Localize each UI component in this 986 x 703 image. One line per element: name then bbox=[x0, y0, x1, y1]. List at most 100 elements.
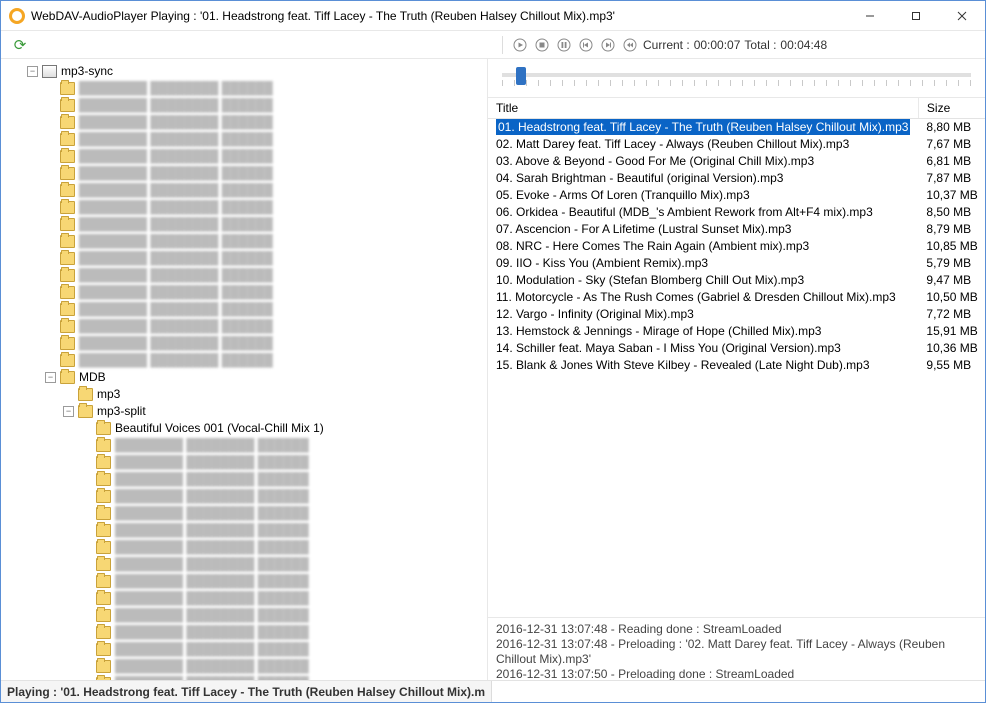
playlist[interactable]: Title Size 01. Headstrong feat. Tiff Lac… bbox=[488, 97, 985, 618]
playlist-row[interactable]: 14. Schiller feat. Maya Saban - I Miss Y… bbox=[488, 340, 985, 357]
tree-mp3[interactable]: mp3 bbox=[61, 386, 487, 403]
col-size[interactable]: Size bbox=[918, 98, 985, 119]
folder-icon bbox=[96, 660, 111, 673]
tree-item[interactable]: ████████ ████████ ██████ bbox=[43, 114, 487, 131]
playlist-row[interactable]: 06. Orkidea - Beautiful (MDB_'s Ambient … bbox=[488, 204, 985, 221]
tree-mp3split[interactable]: −mp3-split bbox=[61, 403, 487, 420]
stop-button[interactable] bbox=[533, 36, 551, 54]
folder-tree[interactable]: − mp3-sync ████████ ████████ ███████████… bbox=[1, 63, 487, 680]
playlist-row[interactable]: 12. Vargo - Infinity (Original Mix).mp37… bbox=[488, 306, 985, 323]
next-button[interactable] bbox=[599, 36, 617, 54]
folder-icon bbox=[60, 371, 75, 384]
playlist-row[interactable]: 13. Hemstock & Jennings - Mirage of Hope… bbox=[488, 323, 985, 340]
playlist-row[interactable]: 08. NRC - Here Comes The Rain Again (Amb… bbox=[488, 238, 985, 255]
tree-item[interactable]: ████████ ████████ ██████ bbox=[43, 97, 487, 114]
tree-album[interactable]: Beautiful Voices 001 (Vocal-Chill Mix 1) bbox=[79, 420, 487, 437]
close-button[interactable] bbox=[939, 1, 985, 30]
log-panel[interactable]: 2016-12-31 13:07:48 - Reading done : Str… bbox=[488, 618, 985, 680]
tree-item[interactable]: ████████ ████████ ██████ bbox=[79, 641, 487, 658]
tree-item[interactable]: ████████ ████████ ██████ bbox=[79, 505, 487, 522]
tree-item[interactable]: ████████ ████████ ██████ bbox=[43, 148, 487, 165]
tree-label: mp3-sync bbox=[61, 63, 113, 80]
tree-item[interactable]: ████████ ████████ ██████ bbox=[79, 624, 487, 641]
collapse-icon[interactable]: − bbox=[45, 372, 56, 383]
playlist-row[interactable]: 15. Blank & Jones With Steve Kilbey - Re… bbox=[488, 357, 985, 374]
prev-button[interactable] bbox=[577, 36, 595, 54]
tree-item[interactable]: ████████ ████████ ██████ bbox=[43, 318, 487, 335]
maximize-button[interactable] bbox=[893, 1, 939, 30]
playlist-row[interactable]: 05. Evoke - Arms Of Loren (Tranquillo Mi… bbox=[488, 187, 985, 204]
folder-icon bbox=[60, 235, 75, 248]
folder-icon bbox=[60, 218, 75, 231]
folder-icon bbox=[96, 677, 111, 680]
tree-item[interactable]: ████████ ████████ ██████ bbox=[79, 658, 487, 675]
playlist-row[interactable]: 07. Ascencion - For A Lifetime (Lustral … bbox=[488, 221, 985, 238]
tree-mdb[interactable]: −MDB bbox=[43, 369, 487, 386]
play-button[interactable] bbox=[511, 36, 529, 54]
tree-item[interactable]: ████████ ████████ ██████ bbox=[43, 131, 487, 148]
collapse-icon[interactable]: − bbox=[63, 406, 74, 417]
body-split: − mp3-sync ████████ ████████ ███████████… bbox=[1, 59, 985, 680]
tree-item[interactable]: ████████ ████████ ██████ bbox=[43, 182, 487, 199]
tree-item[interactable]: ████████ ████████ ██████ bbox=[79, 556, 487, 573]
playlist-row[interactable]: 10. Modulation - Sky (Stefan Blomberg Ch… bbox=[488, 272, 985, 289]
folder-tree-pane[interactable]: − mp3-sync ████████ ████████ ███████████… bbox=[1, 59, 488, 680]
folder-icon bbox=[96, 507, 111, 520]
log-line: 2016-12-31 13:07:50 - Preloading done : … bbox=[496, 667, 977, 680]
total-label: Total : bbox=[744, 38, 776, 52]
tree-item[interactable]: ████████ ████████ ██████ bbox=[79, 454, 487, 471]
minimize-button[interactable] bbox=[847, 1, 893, 30]
playlist-row[interactable]: 03. Above & Beyond - Good For Me (Origin… bbox=[488, 153, 985, 170]
tree-item[interactable]: ████████ ████████ ██████ bbox=[79, 607, 487, 624]
tree-item[interactable]: ████████ ████████ ██████ bbox=[43, 284, 487, 301]
tree-item[interactable]: ████████ ████████ ██████ bbox=[79, 573, 487, 590]
folder-icon bbox=[96, 592, 111, 605]
playlist-row[interactable]: 09. IIO - Kiss You (Ambient Remix).mp35,… bbox=[488, 255, 985, 272]
tree-item[interactable]: ████████ ████████ ██████ bbox=[43, 199, 487, 216]
tree-item[interactable]: ████████ ████████ ██████ bbox=[43, 250, 487, 267]
tree-item[interactable]: ████████ ████████ ██████ bbox=[79, 675, 487, 680]
collapse-icon[interactable]: − bbox=[27, 66, 38, 77]
log-line: 2016-12-31 13:07:48 - Reading done : Str… bbox=[496, 622, 977, 637]
folder-icon bbox=[60, 252, 75, 265]
tree-item[interactable]: ████████ ████████ ██████ bbox=[79, 471, 487, 488]
tree-item[interactable]: ████████ ████████ ██████ bbox=[79, 539, 487, 556]
tree-item[interactable]: ████████ ████████ ██████ bbox=[43, 165, 487, 182]
refresh-icon[interactable]: ⟳ bbox=[11, 36, 29, 54]
seek-slider[interactable] bbox=[488, 59, 985, 97]
current-time: 00:00:07 bbox=[694, 38, 741, 52]
folder-icon bbox=[96, 609, 111, 622]
pause-button[interactable] bbox=[555, 36, 573, 54]
folder-icon bbox=[96, 541, 111, 554]
tree-item[interactable]: ████████ ████████ ██████ bbox=[43, 267, 487, 284]
tree-item[interactable]: ████████ ████████ ██████ bbox=[79, 437, 487, 454]
tree-item[interactable]: ████████ ████████ ██████ bbox=[79, 488, 487, 505]
col-title[interactable]: Title bbox=[488, 98, 918, 119]
folder-icon bbox=[60, 116, 75, 129]
playlist-row[interactable]: 01. Headstrong feat. Tiff Lacey - The Tr… bbox=[488, 119, 985, 136]
folder-icon bbox=[96, 524, 111, 537]
statusbar: Playing : '01. Headstrong feat. Tiff Lac… bbox=[1, 680, 985, 702]
tree-item[interactable]: ████████ ████████ ██████ bbox=[43, 335, 487, 352]
tree-item[interactable]: ████████ ████████ ██████ bbox=[43, 233, 487, 250]
playlist-row[interactable]: 02. Matt Darey feat. Tiff Lacey - Always… bbox=[488, 136, 985, 153]
tree-item[interactable]: ████████ ████████ ██████ bbox=[79, 590, 487, 607]
folder-icon bbox=[60, 269, 75, 282]
tree-item[interactable]: ████████ ████████ ██████ bbox=[43, 80, 487, 97]
seek-ticks bbox=[502, 80, 971, 86]
playlist-row[interactable]: 04. Sarah Brightman - Beautiful (origina… bbox=[488, 170, 985, 187]
tree-item[interactable]: ████████ ████████ ██████ bbox=[43, 352, 487, 369]
toolbar: ⟳ Current : 00:00:07 Total : 00:04:48 bbox=[1, 31, 985, 59]
folder-icon bbox=[60, 337, 75, 350]
rewind-button[interactable] bbox=[621, 36, 639, 54]
tree-root[interactable]: − mp3-sync bbox=[25, 63, 487, 80]
total-time: 00:04:48 bbox=[780, 38, 827, 52]
playlist-row[interactable]: 11. Motorcycle - As The Rush Comes (Gabr… bbox=[488, 289, 985, 306]
folder-icon bbox=[96, 439, 111, 452]
tree-item[interactable]: ████████ ████████ ██████ bbox=[79, 522, 487, 539]
tree-item[interactable]: ████████ ████████ ██████ bbox=[43, 216, 487, 233]
folder-icon bbox=[96, 626, 111, 639]
folder-icon bbox=[60, 99, 75, 112]
tree-item[interactable]: ████████ ████████ ██████ bbox=[43, 301, 487, 318]
window-title: WebDAV-AudioPlayer Playing : '01. Headst… bbox=[31, 9, 847, 23]
